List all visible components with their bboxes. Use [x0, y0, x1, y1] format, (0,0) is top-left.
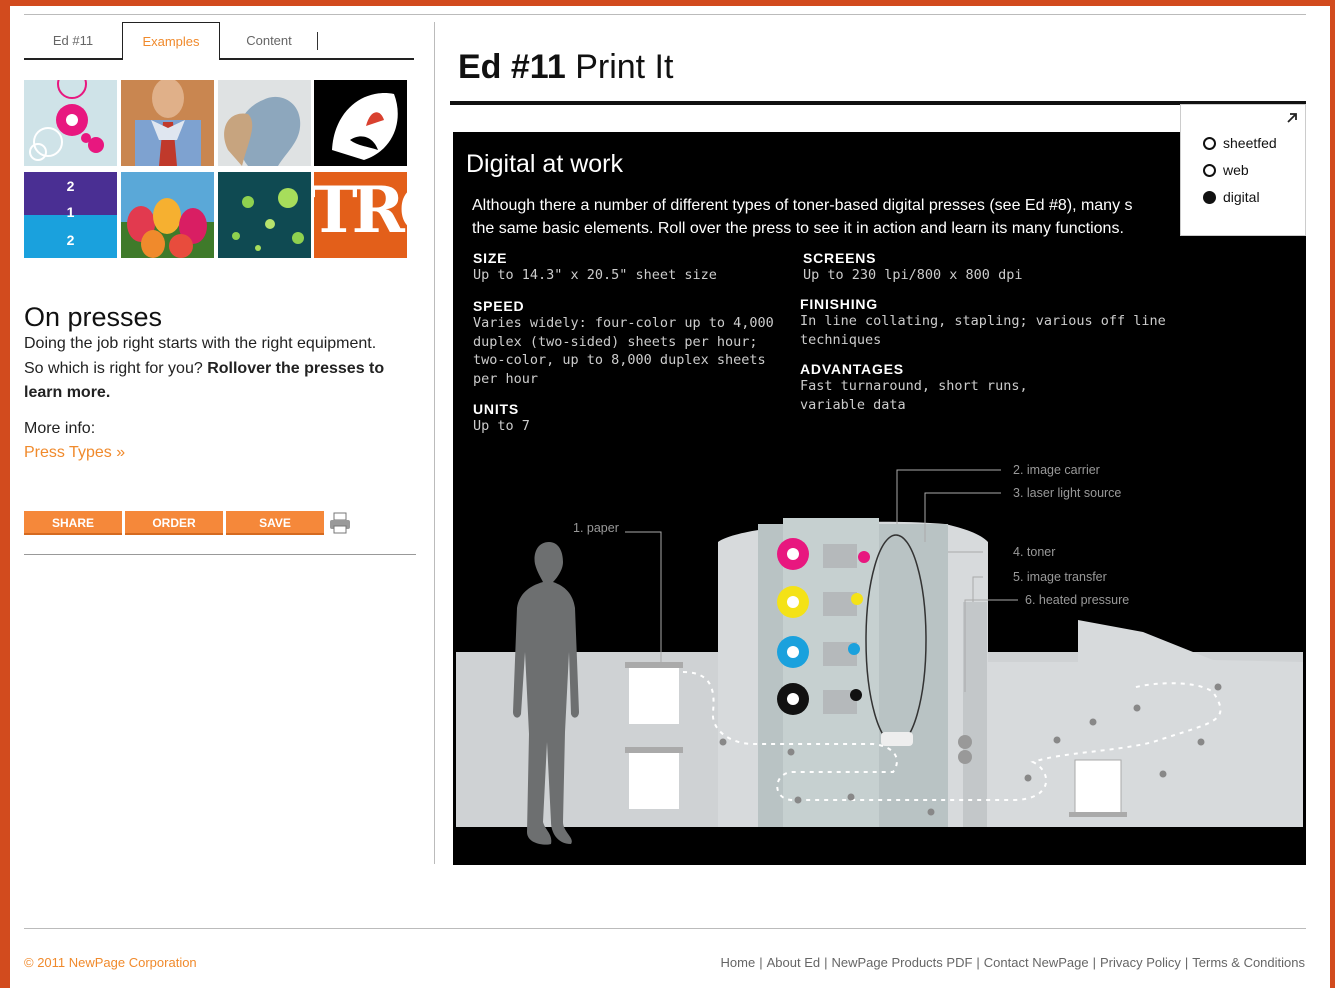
page-title-rest: Print It [565, 48, 674, 86]
page-title-bold: Ed #11 [458, 48, 566, 86]
tab-ed-11[interactable]: Ed #11 [24, 22, 122, 60]
sidebar-bottom-divider [24, 554, 416, 555]
page: Ed #11 Examples Content 2 1 2 TR On pres… [10, 6, 1330, 988]
radio-sheetfed[interactable] [1203, 137, 1216, 150]
option-digital[interactable]: digital [1203, 189, 1260, 205]
thumb-drops[interactable] [218, 172, 311, 258]
press-stage: Digital at work Although there a number … [453, 132, 1306, 865]
thumb-flowers[interactable] [121, 172, 214, 258]
option-web-label: web [1223, 162, 1249, 178]
press-body [456, 518, 1303, 827]
drops-image [232, 188, 304, 251]
copyright[interactable]: © 2011 NewPage Corporation [24, 955, 197, 970]
option-sheetfed-label: sheetfed [1223, 135, 1277, 151]
tab-underline [318, 58, 414, 60]
top-divider [24, 14, 1306, 15]
output-tray [1069, 759, 1127, 817]
booklet-number-3: 2 [66, 232, 75, 248]
circles-image [29, 80, 104, 161]
label-toner[interactable]: 4. toner [1013, 545, 1055, 559]
radio-web[interactable] [1203, 164, 1216, 177]
label-heated-pressure[interactable]: 6. heated pressure [1025, 593, 1129, 607]
label-paper[interactable]: 1. paper [573, 521, 619, 535]
share-button[interactable]: SHARE [24, 511, 122, 535]
footer-sep: | [759, 955, 763, 970]
label-image-carrier[interactable]: 2. image carrier [1013, 463, 1100, 477]
examples-thumbnails: 2 1 2 TRO [24, 80, 408, 258]
option-web[interactable]: web [1203, 162, 1249, 178]
print-icon[interactable] [328, 511, 352, 535]
more-info-label: More info: [24, 420, 96, 437]
option-digital-label: digital [1223, 189, 1260, 205]
press-types-link[interactable]: Press Types » [24, 444, 125, 462]
footer-link-privacy[interactable]: Privacy Policy [1100, 955, 1181, 970]
footer-link-about-ed[interactable]: About Ed [767, 955, 821, 970]
businessman-image [135, 80, 201, 166]
footer-sep: | [824, 955, 828, 970]
column-divider [434, 22, 435, 864]
print-icon-graphic [330, 512, 350, 534]
booklet-number-2: 1 [66, 204, 75, 220]
thumb-tro[interactable]: TRO [314, 172, 407, 258]
tab-content[interactable]: Content [220, 22, 318, 60]
footer-link-products-pdf[interactable]: NewPage Products PDF [832, 955, 973, 970]
option-sheetfed[interactable]: sheetfed [1203, 135, 1277, 151]
save-button[interactable]: SAVE [226, 511, 324, 535]
press-type-selector: sheetfed web digital [1180, 104, 1306, 236]
footer-sep: | [1184, 955, 1189, 970]
label-image-transfer[interactable]: 5. image transfer [1013, 570, 1107, 584]
sidebar-body: Doing the job right starts with the righ… [24, 332, 394, 406]
thumb-face[interactable] [314, 80, 407, 166]
footer-sep: | [976, 955, 980, 970]
tab-separator [317, 32, 318, 50]
thumb-booklet[interactable]: 2 1 2 [24, 172, 117, 258]
section-tabs: Ed #11 Examples Content [24, 22, 414, 60]
footer-link-home[interactable]: Home [721, 955, 756, 970]
face-image [332, 93, 398, 160]
footer-divider [24, 928, 1306, 929]
page-title: Ed #11 Print It [458, 48, 673, 87]
sidebar-title: On presses [24, 302, 163, 332]
expand-arrow-icon[interactable] [1285, 111, 1299, 125]
thumb-circles[interactable] [24, 80, 117, 166]
footer-links: Home | About Ed | NewPage Products PDF | Conta… [721, 955, 1305, 970]
booklet-number-1: 2 [66, 178, 75, 194]
footer-sep: | [1092, 955, 1096, 970]
thumb-businessman[interactable] [121, 80, 214, 166]
footer-link-terms[interactable]: Terms & Conditions [1192, 955, 1305, 970]
silhouette-image [224, 96, 301, 166]
thumb-silhouette[interactable] [218, 80, 311, 166]
tab-content-label: Content [246, 33, 292, 48]
footer-link-contact[interactable]: Contact NewPage [984, 955, 1089, 970]
tro-text: TRO [314, 173, 407, 248]
order-button[interactable]: ORDER [125, 511, 223, 535]
digital-press-diagram[interactable]: 1. paper 2. image carrier 3. laser light… [453, 132, 1306, 865]
label-laser-light-source[interactable]: 3. laser light source [1013, 486, 1121, 500]
flowers-image [121, 198, 214, 258]
title-underline [450, 101, 1306, 105]
tab-examples[interactable]: Examples [122, 22, 220, 60]
radio-digital[interactable] [1203, 191, 1216, 204]
